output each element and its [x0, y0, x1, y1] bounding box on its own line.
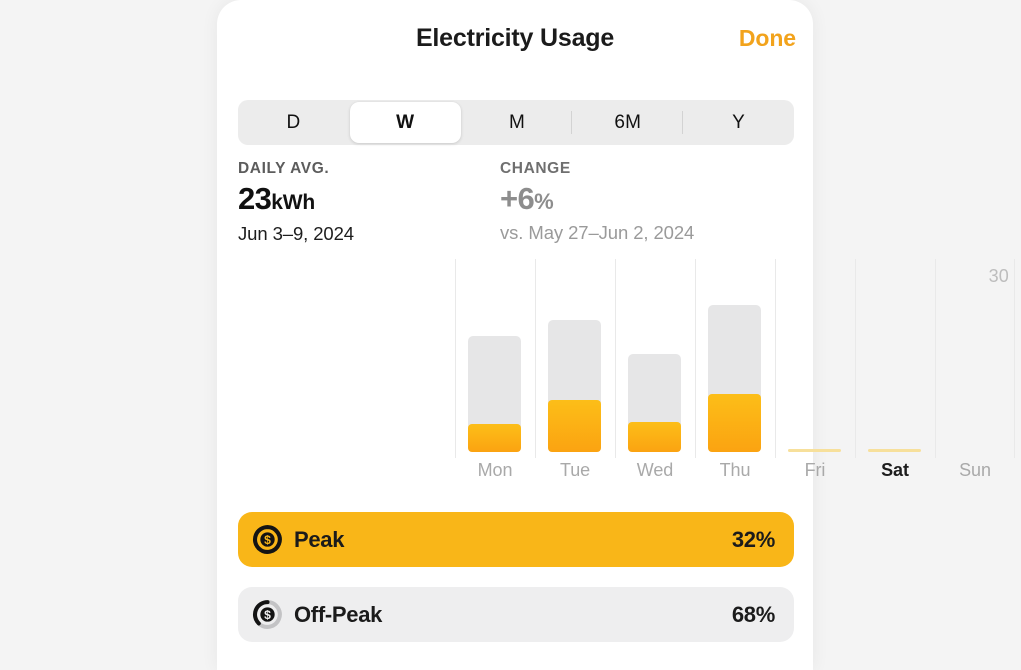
chart-day-label-mon: Mon: [477, 460, 513, 480]
segment-y-label: Y: [732, 111, 746, 133]
legend-row-off-peak-label: Off-Peak: [294, 601, 383, 627]
chart-bar-peak-segment: [468, 424, 521, 452]
segment-6m[interactable]: 6M: [572, 100, 684, 145]
chart-column-sun[interactable]: Sun: [935, 259, 1015, 481]
legend-row-off-peak[interactable]: $ Off-Peak 68%: [238, 587, 794, 642]
segment-d[interactable]: D: [238, 100, 349, 145]
chart-column-fri[interactable]: Fri: [775, 259, 855, 481]
stat-change-number: +6: [500, 181, 535, 216]
chart-column-sat[interactable]: Sat: [855, 259, 935, 481]
stat-daily-average-unit: kWh: [271, 191, 316, 214]
sheet-header: Electricity Usage Done: [217, 14, 813, 62]
chart-column-wed[interactable]: Wed: [615, 259, 695, 481]
chart-day-label-fri: Fri: [804, 460, 826, 480]
chart-bar-minimal-tick: [788, 449, 841, 452]
legend-row-peak[interactable]: $ Peak 32%: [238, 512, 794, 567]
chart-gridline: [935, 259, 936, 458]
svg-text:$: $: [264, 533, 271, 547]
chart-gridline: [775, 259, 776, 458]
chart-axis-right: [1014, 259, 1015, 458]
stat-change-value: +6%: [500, 181, 694, 220]
summary-stats: DAILY AVG. 23kWh Jun 3–9, 2024 CHANGE +6…: [238, 160, 794, 252]
electricity-usage-sheet: Electricity Usage Done D W M 6M Y DAILY …: [217, 0, 1015, 670]
chart-bar-peak-segment: [708, 394, 761, 452]
segment-6m-label: 6M: [614, 111, 642, 133]
segment-d-label: D: [286, 111, 301, 133]
stat-change-label: CHANGE: [500, 160, 571, 177]
dollarsign-gauge-full-icon: $: [252, 524, 283, 555]
chart-gridline: [535, 259, 536, 458]
chart-gridline: [615, 259, 616, 458]
tariff-breakdown-list: $ Peak 32% $ Off-Peak 68%: [238, 512, 794, 662]
legend-row-peak-label: Peak: [294, 526, 345, 552]
stat-daily-average-label: DAILY AVG.: [238, 160, 330, 177]
page-title: Electricity Usage: [415, 24, 615, 52]
segment-w[interactable]: W: [349, 102, 461, 143]
chart-day-label-sun: Sun: [959, 460, 991, 480]
chart-bar-peak-segment: [628, 422, 681, 452]
time-range-segmented-control[interactable]: D W M 6M Y: [238, 100, 794, 145]
chart-y-max-label: 30: [988, 266, 1009, 286]
segment-m-label: M: [508, 111, 525, 133]
chart-day-label-tue: Tue: [559, 460, 591, 480]
stat-daily-average-number: 23: [238, 181, 272, 216]
chart-bar-minimal-tick: [868, 449, 921, 452]
chart-bar-peak-segment: [548, 400, 601, 452]
legend-row-off-peak-percent: 68%: [731, 601, 775, 627]
chart-day-label-sat: Sat: [881, 460, 909, 480]
chart-column-thu[interactable]: Thu: [695, 259, 775, 481]
stat-change-range: vs. May 27–Jun 2, 2024: [500, 222, 695, 243]
done-button[interactable]: Done: [739, 14, 796, 62]
stat-daily-average-value: 23kWh: [238, 181, 354, 221]
legend-row-peak-percent: 32%: [731, 526, 775, 552]
stat-change: CHANGE +6% vs. May 27–Jun 2, 2024: [500, 160, 694, 244]
chart-gridline: [455, 259, 456, 458]
chart-day-label-thu: Thu: [719, 460, 751, 480]
chart-columns: Mon Tue Wed Thu Fri Sat Sun: [455, 259, 1015, 481]
app-screen: Electricity Usage Done D W M 6M Y DAILY …: [0, 0, 1021, 670]
stat-change-unit: %: [534, 189, 554, 214]
chart-gridline: [695, 259, 696, 458]
segment-w-label: W: [396, 111, 415, 133]
chart-day-label-wed: Wed: [636, 460, 674, 480]
chart-column-mon[interactable]: Mon: [455, 259, 535, 481]
segment-m[interactable]: M: [462, 100, 573, 145]
usage-bar-chart[interactable]: Mon Tue Wed Thu Fri Sat Sun 30: [455, 259, 1015, 481]
stat-daily-average-range: Jun 3–9, 2024: [238, 223, 354, 244]
chart-column-tue[interactable]: Tue: [535, 259, 615, 481]
svg-text:$: $: [264, 608, 271, 622]
chart-gridline: [855, 259, 856, 458]
stat-daily-average: DAILY AVG. 23kWh Jun 3–9, 2024: [238, 160, 354, 245]
segment-y[interactable]: Y: [683, 100, 794, 145]
dollarsign-gauge-partial-icon: $: [252, 599, 283, 630]
